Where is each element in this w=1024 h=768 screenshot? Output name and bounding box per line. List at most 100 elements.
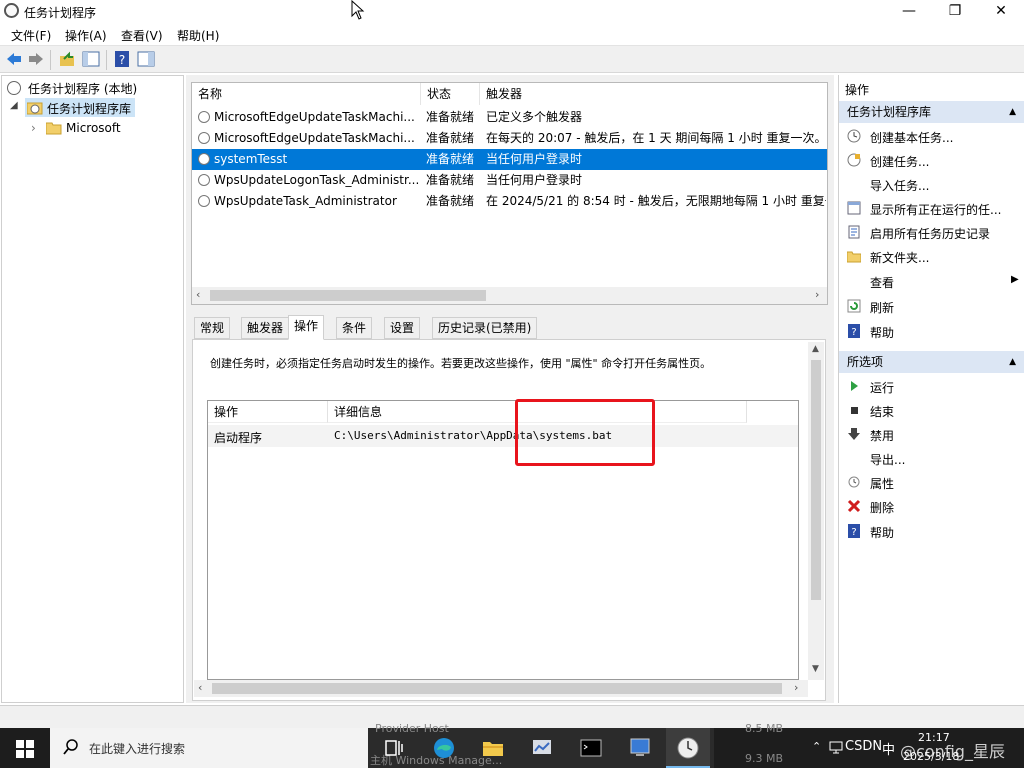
clock-time[interactable]: 21:17 [918,731,950,744]
up-folder-icon[interactable] [58,50,76,68]
task-row[interactable]: MicrosoftEdgeUpdateTaskMachi... 准备就绪 已定义… [192,107,827,128]
clock-date[interactable]: 2025/3/18 [903,750,959,763]
collapse-chevron-icon[interactable]: › [31,121,36,135]
expand-chevron-icon[interactable]: ◢ [10,100,18,111]
collapse-section-icon[interactable]: ▲ [1009,351,1016,373]
tree-item-task-library[interactable]: 任务计划程序库 [47,100,131,117]
window-title: 任务计划程序 [24,6,97,20]
tab-history[interactable]: 历史记录(已禁用) [432,317,538,339]
tray-overflow-icon[interactable]: ⌃ [812,740,821,753]
actions-vertical-scrollbar[interactable]: ▲ ▼ [808,342,824,680]
task-row[interactable]: MicrosoftEdgeUpdateTaskMachi... 准备就绪 在每天… [192,128,827,149]
run-icon [851,381,858,391]
task-list: 名称 状态 触发器 MicrosoftEdgeUpdateTaskMachi..… [191,82,828,305]
action-create-basic-task[interactable]: 创建基本任务... [870,129,953,146]
server-manager-icon[interactable] [530,736,554,760]
column-header-status[interactable]: 状态 [421,83,480,105]
tab-general[interactable]: 常规 [194,317,231,339]
task-trigger: 当任何用户登录时 [486,152,583,166]
action-view[interactable]: 查看 [870,274,894,291]
maximize-button[interactable]: ❐ [932,0,978,23]
background-window-size: 8.5 MB [745,722,784,735]
actions-horizontal-scrollbar[interactable]: ‹ › [194,680,808,697]
tab-conditions[interactable]: 条件 [336,317,373,339]
file-explorer-icon[interactable] [481,736,505,760]
forward-arrow-icon[interactable] [27,50,45,68]
tab-settings[interactable]: 设置 [384,317,421,339]
scroll-left-arrow-icon[interactable]: ‹ [196,288,200,301]
minimize-button[interactable]: — [886,0,932,23]
task-row[interactable]: WpsUpdateTask_Administrator 准备就绪 在 2024/… [192,191,827,212]
tab-triggers[interactable]: 触发器 [241,317,290,339]
task-clock-icon [198,111,210,123]
action-run[interactable]: 运行 [870,379,894,396]
scroll-thumb[interactable] [811,360,821,600]
action-row[interactable]: 启动程序 C:\Users\Administrator\AppData\syst… [208,425,798,447]
task-row-selected[interactable]: systemTesst 准备就绪 当任何用户登录时 [192,149,827,170]
show-hide-action-pane-icon[interactable] [137,50,155,68]
scroll-right-arrow-icon[interactable]: › [815,288,819,301]
task-name: systemTesst [214,152,288,166]
menu-action[interactable]: 操作(A) [65,27,107,44]
column-header-name[interactable]: 名称 [192,83,421,105]
toolbar-separator [106,50,107,70]
task-name: WpsUpdateTask_Administrator [214,194,397,208]
action-show-running-tasks[interactable]: 显示所有正在运行的任... [870,201,1001,218]
section-selected-item[interactable]: 所选项 ▲ [839,351,1024,373]
column-header-action[interactable]: 操作 [208,401,328,423]
task-clock-icon [198,195,210,207]
help-icon[interactable]: ? [113,50,131,68]
action-import-task[interactable]: 导入任务... [870,177,929,194]
svg-text:?: ? [851,527,856,538]
task-view-icon[interactable] [382,736,406,760]
background-window-size: 9.3 MB [745,752,784,765]
task-scheduler-taskbar-icon[interactable] [676,736,700,760]
toolbar-separator [50,50,51,70]
command-prompt-icon[interactable] [579,736,603,760]
menu-file[interactable]: 文件(F) [11,27,51,44]
action-end[interactable]: 结束 [870,403,894,420]
action-disable[interactable]: 禁用 [870,427,894,444]
scroll-down-arrow-icon[interactable]: ▼ [812,664,819,674]
scroll-left-arrow-icon[interactable]: ‹ [198,681,202,694]
menu-help[interactable]: 帮助(H) [177,27,219,44]
task-list-horizontal-scrollbar[interactable]: ‹ › [192,287,827,304]
action-delete[interactable]: 删除 [870,499,894,516]
input-language[interactable]: 中 [882,739,895,758]
task-status: 准备就绪 [426,194,475,208]
taskbar-search-box[interactable]: 在此键入进行搜索 [50,728,368,768]
scroll-right-arrow-icon[interactable]: › [794,681,798,694]
task-status: 准备就绪 [426,173,475,187]
column-header-trigger[interactable]: 触发器 [480,83,827,105]
action-new-folder[interactable]: 新文件夹... [870,249,929,266]
collapse-section-icon[interactable]: ▲ [1009,101,1016,123]
remote-desktop-icon[interactable] [628,736,652,760]
scroll-thumb[interactable] [212,683,782,694]
action-enable-history[interactable]: 启用所有任务历史记录 [870,225,990,242]
task-row[interactable]: WpsUpdateLogonTask_Administr... 准备就绪 当任何… [192,170,827,191]
menu-view[interactable]: 查看(V) [121,27,163,44]
menu-bar: 文件(F) 操作(A) 查看(V) 帮助(H) [0,23,1024,45]
clock-icon [7,81,21,95]
scroll-up-arrow-icon[interactable]: ▲ [812,344,819,354]
back-arrow-icon[interactable] [5,50,23,68]
tab-actions[interactable]: 操作 [288,315,325,340]
action-export[interactable]: 导出... [870,451,905,468]
edge-browser-icon[interactable] [432,736,456,760]
running-tasks-icon [847,201,861,215]
scroll-thumb[interactable] [210,290,486,301]
windows-start-icon[interactable] [16,740,34,758]
action-help-selected[interactable]: 帮助 [870,524,894,541]
actions-pane: 操作 任务计划程序库 ▲ 创建基本任务... 创建任务... 导入任务... 显示… [838,75,1024,703]
network-icon[interactable] [829,741,843,754]
tree-item-microsoft[interactable]: Microsoft [66,121,121,135]
actions-table: 操作 详细信息 启动程序 C:\Users\Administrator\AppD… [207,400,799,680]
section-task-library[interactable]: 任务计划程序库 ▲ [839,101,1024,123]
close-button[interactable]: ✕ [978,0,1024,23]
show-hide-console-icon[interactable] [82,50,100,68]
action-help[interactable]: 帮助 [870,324,894,341]
tree-root-local[interactable]: 任务计划程序 (本地) [28,80,137,97]
action-properties[interactable]: 属性 [870,475,894,492]
action-refresh[interactable]: 刷新 [870,299,894,316]
action-create-task[interactable]: 创建任务... [870,153,929,170]
